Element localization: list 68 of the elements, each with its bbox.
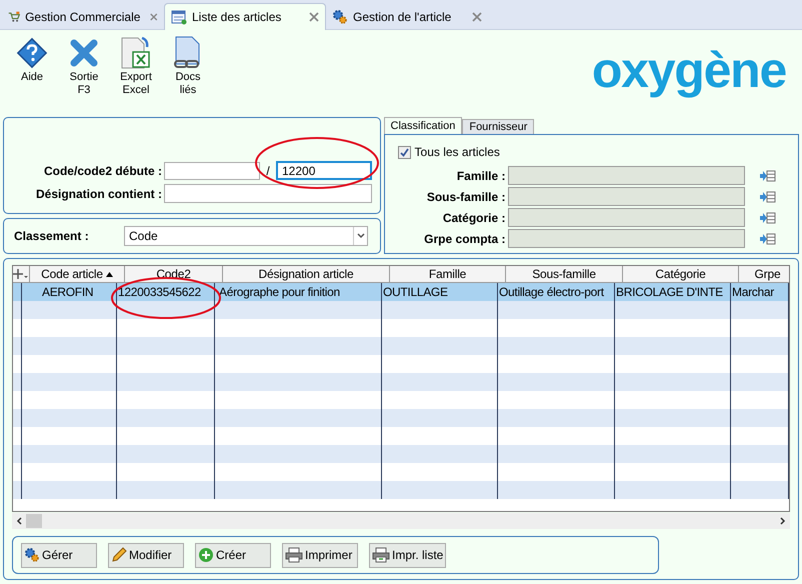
field-label: Désignation contient : [35,186,163,202]
classification-field[interactable] [508,166,745,185]
arrow-list-icon[interactable] [758,212,776,224]
action-button[interactable]: Impr. liste [369,542,446,568]
arrow-list-icon[interactable] [758,190,776,202]
tab[interactable]: Classification [384,117,462,134]
action-button[interactable]: Créer [195,542,271,568]
list-icon [171,10,187,24]
action-button[interactable]: Imprimer [282,542,358,568]
close-icon[interactable] [150,12,158,22]
tab[interactable]: Gestion Commerciale [2,3,164,30]
action-button[interactable]: Modifier [108,542,184,568]
classification-field[interactable] [508,187,745,206]
close-icon [69,38,99,68]
tab-label: Gestion Commerciale [25,8,140,26]
check-icon [400,148,409,156]
checkbox[interactable] [398,146,411,158]
arrow-list-icon[interactable] [758,170,776,182]
tab-label: Gestion de l'article [353,8,452,26]
sort-dropdown[interactable]: Code [124,226,368,246]
column-header[interactable]: Grpe [739,266,789,282]
toolbar-button[interactable]: Docs liés [162,35,214,97]
tab-label: Liste des articles [192,9,282,26]
gears-icon [332,8,348,24]
pencil-icon [111,547,127,563]
column-header[interactable]: Désignation article [223,266,390,282]
cart-icon [8,10,20,24]
toolbar-button[interactable]: Sortie F3 [58,35,110,97]
gears-icon [24,547,40,563]
code2-field[interactable]: 12200 [276,161,372,180]
field-label: Code/code2 débute : [42,162,163,180]
chevron-left-icon[interactable] [16,517,22,525]
tab[interactable]: Gestion de l'article [326,3,488,30]
toolbar-button[interactable]: Export Excel [110,35,162,97]
close-icon[interactable] [309,12,319,22]
arrow-list-icon[interactable] [758,232,776,244]
excel-export-icon [120,36,152,70]
add-column-icon[interactable] [13,268,29,280]
close-icon[interactable] [472,12,482,22]
table-row[interactable]: AEROFIN 1220033545622 Aérographe pour finition OUTILLAGE Outillage électro-port BRICOLAGE D'INTE Marchar [13,283,789,301]
tab[interactable]: Liste des articles [164,3,326,30]
separator: / [265,162,271,180]
scroll-thumb[interactable] [26,514,42,528]
classification-field[interactable] [508,229,745,248]
column-header[interactable]: Sous-famille [506,266,623,282]
print-list-icon [372,547,390,563]
action-button[interactable]: Gérer [21,542,97,568]
toolbar-button[interactable]: Aide [6,35,58,84]
column-header[interactable]: Famille [390,266,506,282]
field-label: Famille : [456,168,507,184]
horizontal-scrollbar[interactable] [12,513,790,529]
sort-ascending-icon [106,272,113,276]
tab[interactable]: Fournisseur [462,119,534,134]
chevron-right-icon[interactable] [780,517,786,525]
checkbox-label: Tous les articles [414,144,500,161]
column-header[interactable]: Code article [30,266,125,282]
designation-field[interactable] [164,184,372,203]
field-label: Sous-famille : [426,188,507,206]
field-label: Classement : [14,228,90,245]
printer-icon [285,547,303,563]
field-label: Grpe compta : [423,230,507,248]
classification-field[interactable] [508,208,745,227]
chevron-down-icon [356,233,364,239]
plus-circle-icon [198,547,214,563]
column-header[interactable]: Catégorie [623,266,739,282]
code-field[interactable] [164,162,260,180]
field-label: Catégorie : [442,210,507,226]
logo: oxygène [592,41,786,100]
